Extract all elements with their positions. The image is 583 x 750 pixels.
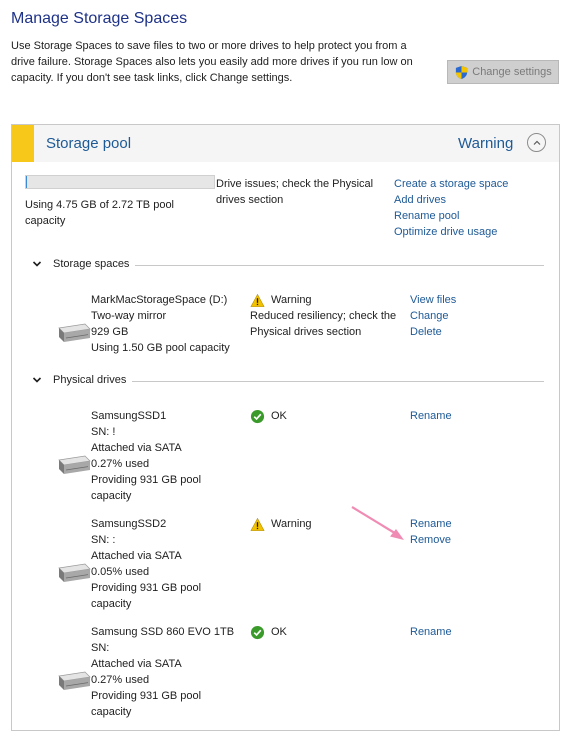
drive-used: 0.05% used (91, 566, 150, 578)
rename-pool-link[interactable]: Rename pool (394, 208, 508, 224)
ok-check-icon (250, 625, 265, 639)
remove-drive-link[interactable]: Remove (410, 532, 452, 548)
drive-status: Warning (250, 516, 312, 532)
space-size: 929 GB (91, 326, 129, 338)
drive-serial: SN: (91, 642, 110, 654)
pool-header[interactable]: Storage pool Warning (12, 125, 559, 162)
delete-link[interactable]: Delete (410, 324, 456, 340)
storage-spaces-section[interactable]: Storage spaces (32, 258, 544, 272)
physical-drives-section[interactable]: Physical drives (32, 374, 544, 388)
drive-used: 0.27% used (91, 674, 150, 686)
drive-attach: Attached via SATA (91, 442, 182, 454)
rename-drive-link[interactable]: Rename (410, 516, 452, 532)
drive-name: Samsung SSD 860 EVO 1TB (91, 626, 235, 638)
space-usage: Using 1.50 GB pool capacity (91, 342, 230, 354)
space-links: View files Change Delete (410, 292, 456, 340)
section-label: Physical drives (53, 374, 133, 386)
drive-serial: SN: : (91, 534, 116, 546)
drive-icon (58, 323, 91, 342)
intro-text: Use Storage Spaces to save files to two … (11, 40, 413, 84)
create-storage-space-link[interactable]: Create a storage space (394, 176, 508, 192)
drive-info: SamsungSSD2 SN: : Attached via SATA 0.05… (91, 516, 241, 612)
drive-info: SamsungSSD1 SN: ! Attached via SATA 0.27… (91, 408, 241, 504)
drive-status-label: Warning (271, 518, 312, 530)
warning-icon (250, 517, 265, 531)
drive-name: SamsungSSD1 (91, 410, 167, 422)
chevron-up-icon[interactable] (527, 133, 546, 152)
view-files-link[interactable]: View files (410, 292, 456, 308)
space-status-detail: Reduced resiliency; check the Physical d… (250, 310, 397, 338)
annotation-arrow-icon (351, 506, 404, 540)
drive-serial: SN: ! (91, 426, 116, 438)
change-settings-label: Change settings (472, 66, 552, 78)
drive-links: Rename (410, 624, 452, 640)
rename-drive-link[interactable]: Rename (410, 624, 452, 640)
drive-links: Rename Remove (410, 516, 452, 548)
pool-capacity-bar (25, 175, 215, 189)
drive-status-label: OK (271, 626, 287, 638)
drive-icon (58, 563, 91, 582)
storage-space-info: MarkMacStorageSpace (D:) Two-way mirror … (91, 292, 241, 356)
drive-providing: Providing 931 GB pool capacity (91, 690, 202, 718)
drive-status-label: OK (271, 410, 287, 422)
warning-icon (250, 293, 265, 307)
chevron-down-icon[interactable] (32, 375, 42, 385)
optimize-drive-usage-link[interactable]: Optimize drive usage (394, 224, 508, 240)
drive-name: SamsungSSD2 (91, 518, 167, 530)
chevron-down-icon[interactable] (32, 259, 42, 269)
pool-links: Create a storage space Add drives Rename… (394, 176, 508, 240)
drive-providing: Providing 931 GB pool capacity (91, 582, 202, 610)
uac-shield-icon (456, 65, 468, 79)
space-name: MarkMacStorageSpace (D:) (91, 294, 228, 306)
drive-attach: Attached via SATA (91, 550, 182, 562)
space-type: Two-way mirror (91, 310, 167, 322)
drive-status: OK (250, 408, 287, 424)
add-drives-link[interactable]: Add drives (394, 192, 508, 208)
rename-drive-link[interactable]: Rename (410, 408, 452, 424)
warning-bar (12, 125, 34, 162)
drive-providing: Providing 931 GB pool capacity (91, 474, 202, 502)
drive-attach: Attached via SATA (91, 658, 182, 670)
drive-icon (58, 455, 91, 474)
drive-info: Samsung SSD 860 EVO 1TB SN: Attached via… (91, 624, 241, 720)
pool-usage-text: Using 4.75 GB of 2.72 TB pool capacity (25, 199, 174, 227)
space-status-label: Warning (271, 294, 312, 306)
drive-status: OK (250, 624, 287, 640)
section-label: Storage spaces (53, 258, 136, 270)
pool-issue-text: Drive issues; check the Physical drives … (216, 178, 374, 206)
space-status: Warning Reduced resiliency; check the Ph… (250, 292, 400, 340)
change-link[interactable]: Change (410, 308, 456, 324)
pool-title: Storage pool (46, 135, 132, 152)
drive-used: 0.27% used (91, 458, 150, 470)
drive-icon (58, 671, 91, 690)
drive-links: Rename (410, 408, 452, 424)
storage-pool-panel: Storage pool Warning Using 4.75 GB of 2.… (11, 124, 560, 731)
pool-status: Warning (458, 135, 514, 152)
change-settings-button[interactable]: Change settings (447, 60, 559, 84)
ok-check-icon (250, 409, 265, 423)
page-title: Manage Storage Spaces (11, 10, 188, 27)
